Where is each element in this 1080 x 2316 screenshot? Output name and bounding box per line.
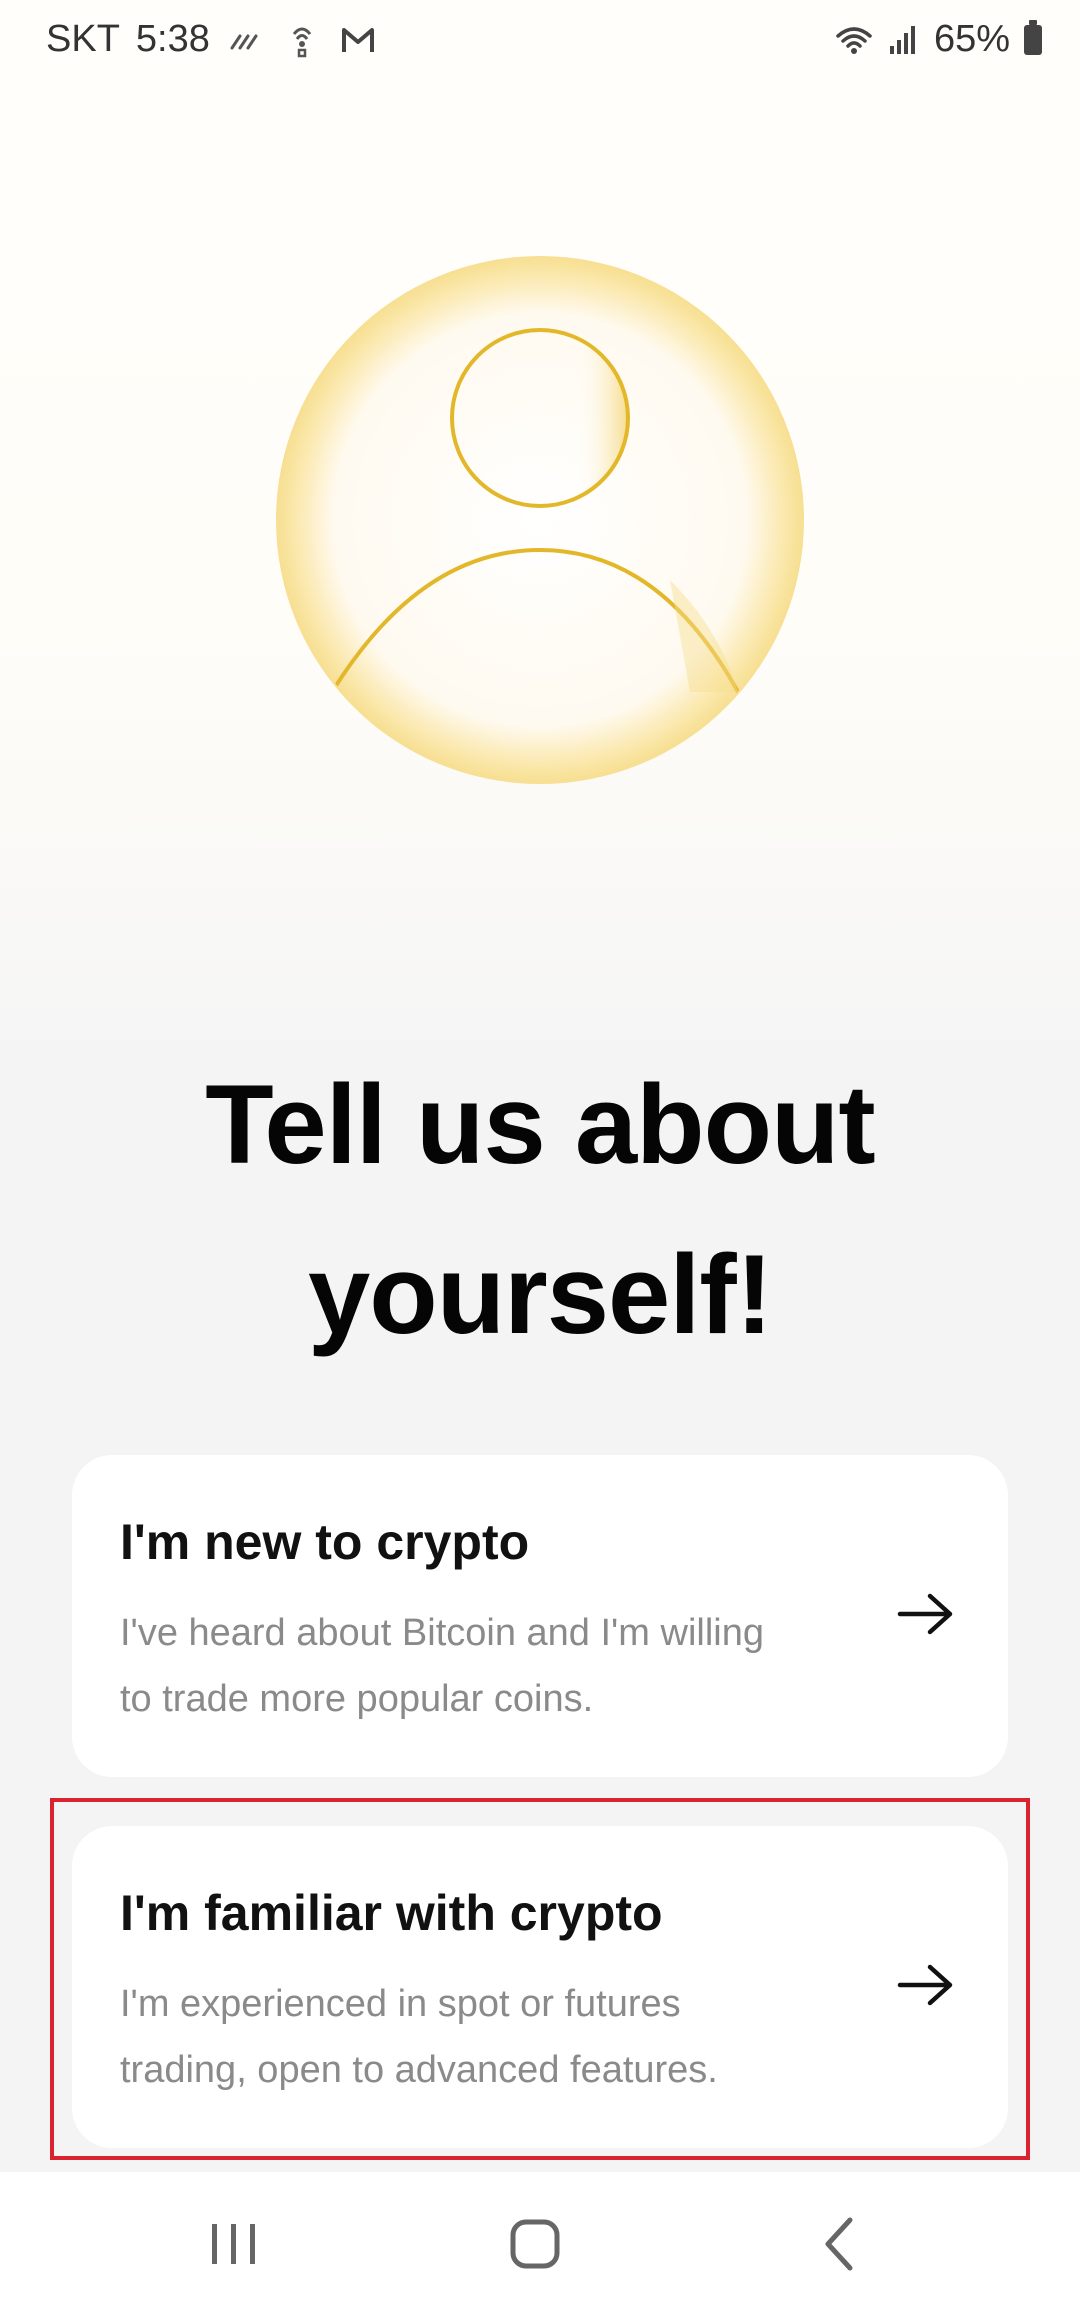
page-title-line-1: Tell us about	[205, 1062, 875, 1187]
system-navigation-bar	[0, 2172, 1080, 2316]
signal-icon	[889, 25, 915, 54]
home-icon[interactable]	[495, 2212, 575, 2276]
user-avatar-illustration	[276, 256, 804, 784]
battery-percent-label: 65%	[933, 18, 1010, 60]
recent-apps-icon[interactable]	[194, 2212, 274, 2276]
status-bar: SKT 5:38 65%	[0, 0, 1080, 80]
battery-icon	[1024, 19, 1042, 55]
option-title: I'm new to crypto	[120, 1514, 530, 1570]
page-title-line-2: yourself!	[308, 1232, 773, 1357]
wifi-icon	[836, 26, 872, 54]
option-description: I'm experienced in spot or futures tradi…	[120, 1971, 880, 2103]
carrier-label: SKT	[46, 18, 120, 60]
gmail-icon	[341, 27, 374, 52]
option-description-line-1: I'm experienced in spot or futures	[120, 1983, 681, 2025]
option-title: I'm familiar with crypto	[120, 1885, 663, 1941]
data-saver-icon	[230, 34, 258, 49]
arrow-right-icon[interactable]	[896, 1960, 956, 2010]
time-label: 5:38	[135, 18, 210, 60]
back-icon[interactable]	[800, 2212, 880, 2276]
hotspot-icon	[292, 27, 312, 57]
option-description-line-1: I've heard about Bitcoin and I'm willing	[120, 1612, 764, 1654]
option-description-line-2: to trade more popular coins.	[120, 1678, 594, 1720]
option-card-familiar-with-crypto[interactable]: I'm familiar with crypto I'm experienced…	[72, 1826, 1008, 2148]
option-description: I've heard about Bitcoin and I'm willing…	[120, 1600, 880, 1732]
option-description-line-2: trading, open to advanced features.	[120, 2049, 718, 2091]
arrow-right-icon[interactable]	[896, 1589, 956, 1639]
option-card-new-to-crypto[interactable]: I'm new to crypto I've heard about Bitco…	[72, 1455, 1008, 1777]
page-title: Tell us about yourself!	[0, 1040, 1080, 1380]
